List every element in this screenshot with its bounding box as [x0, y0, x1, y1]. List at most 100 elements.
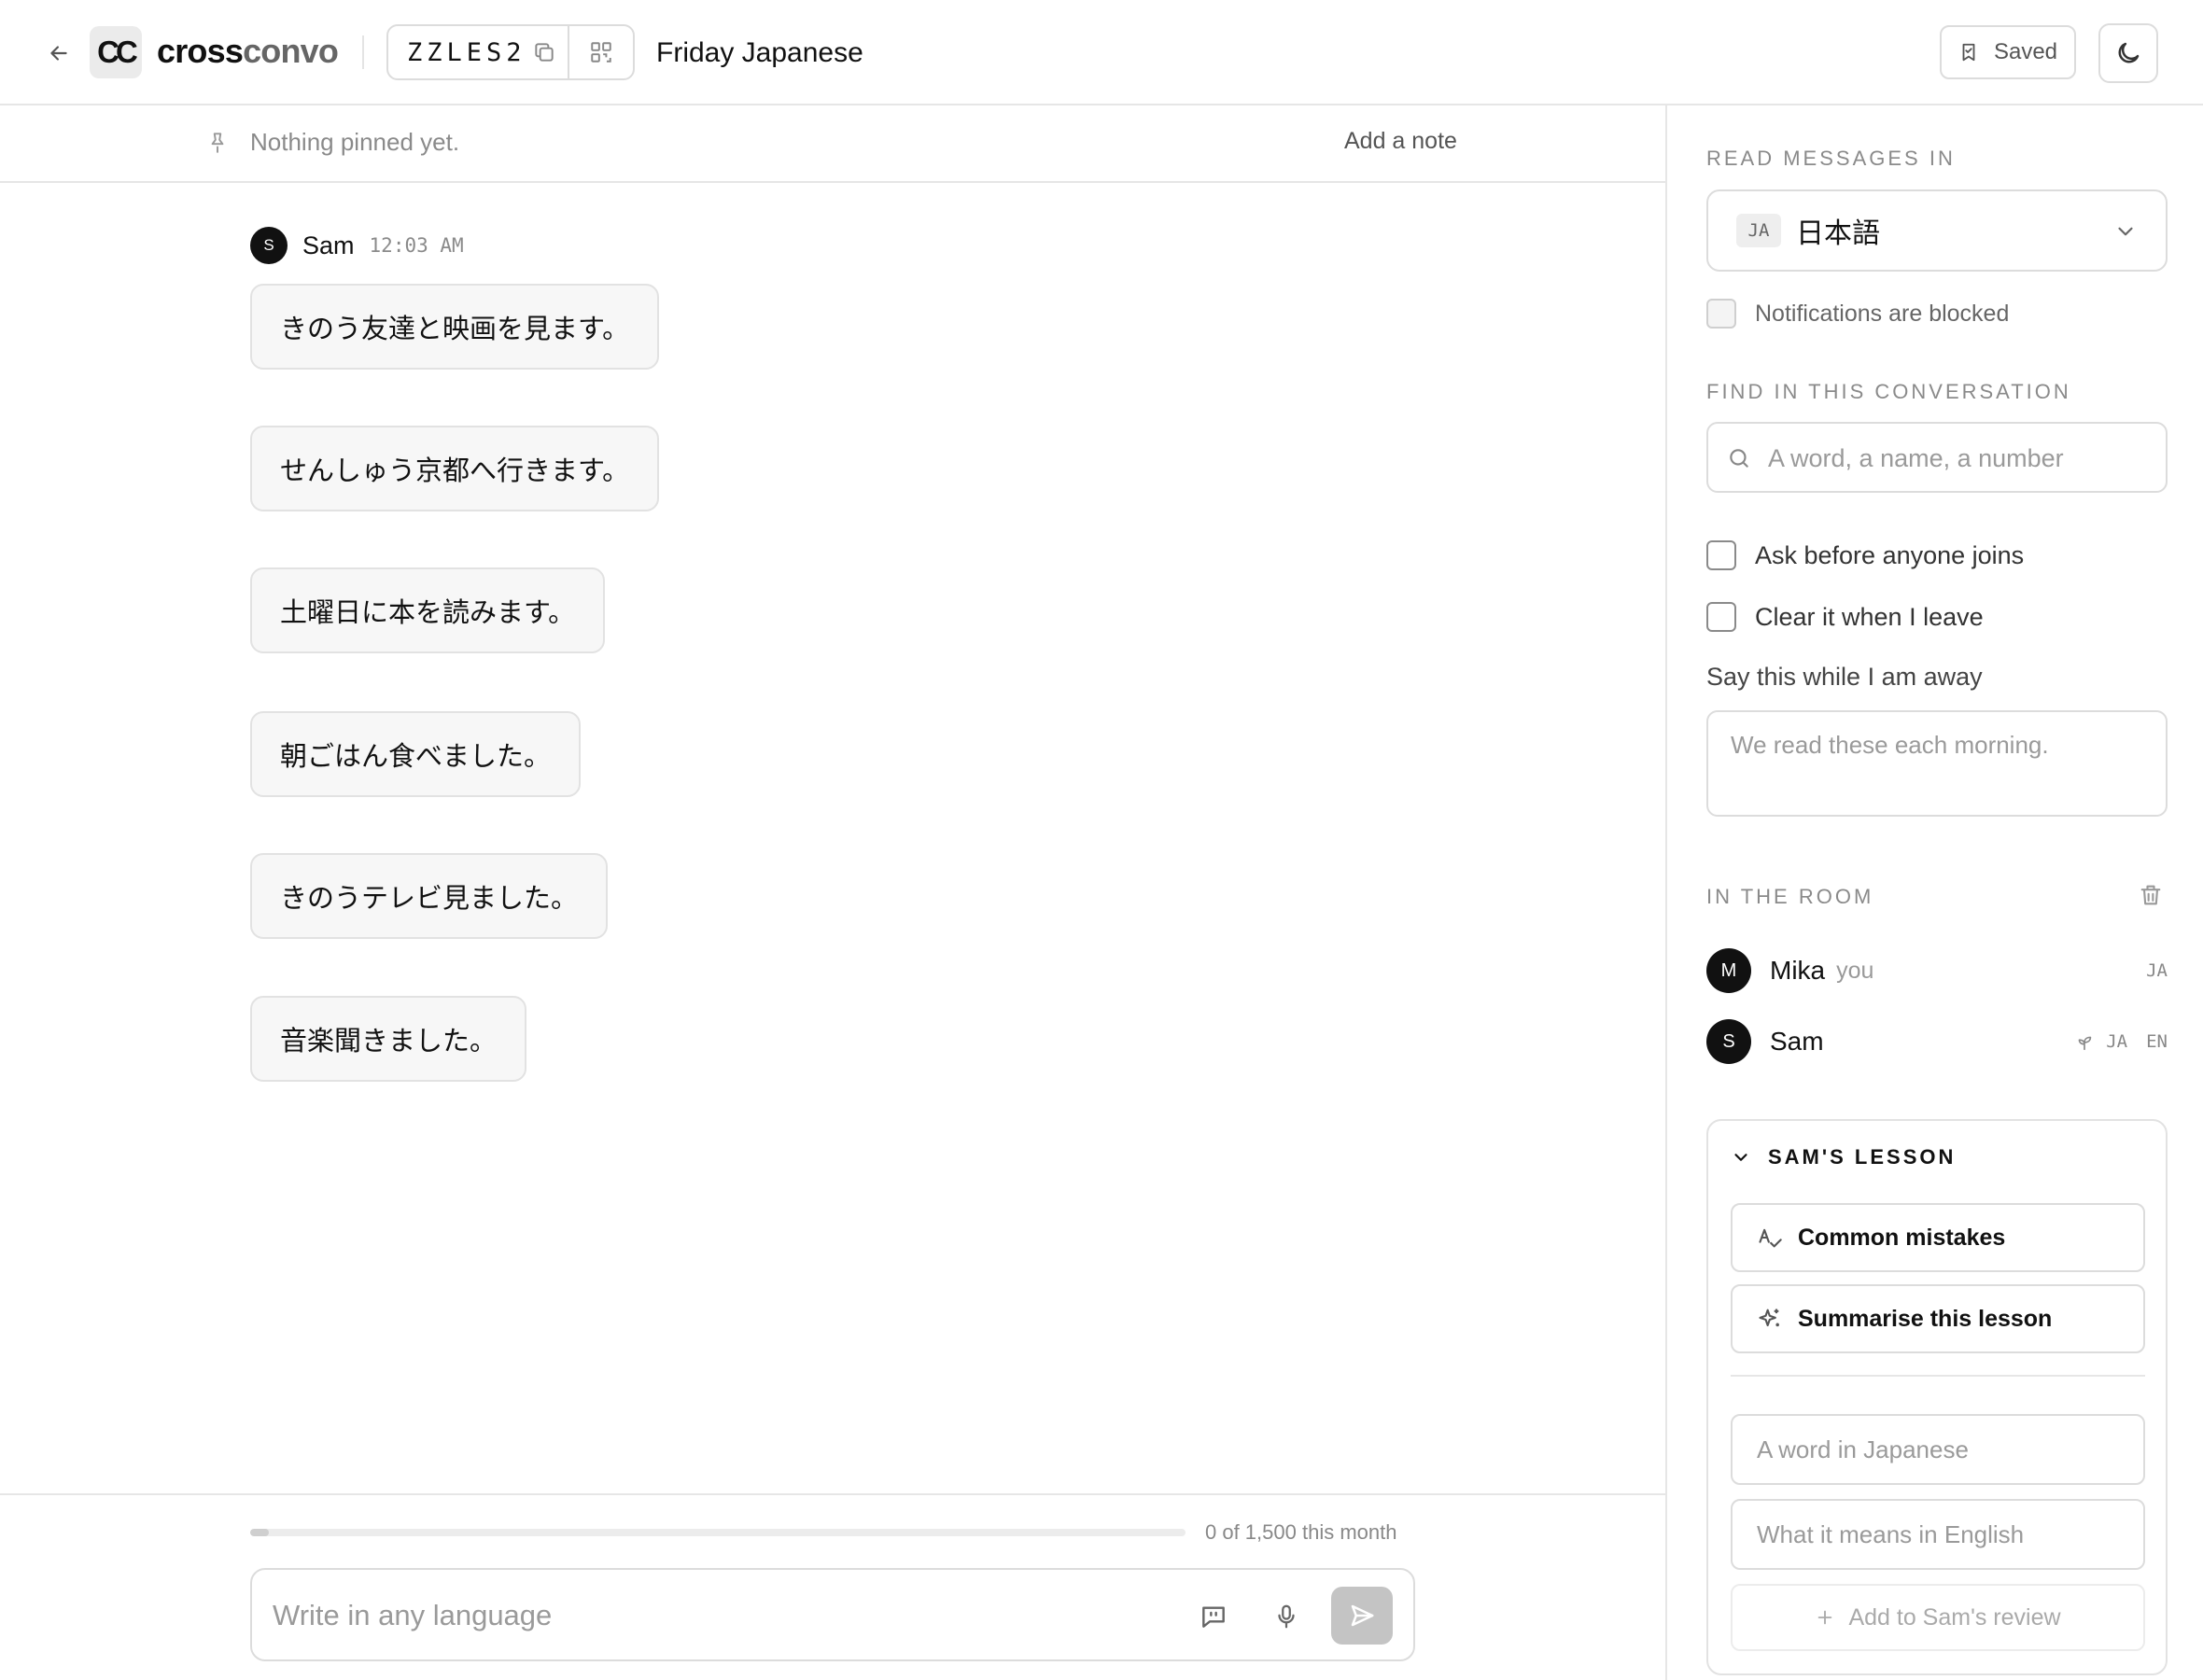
common-mistakes-label: Common mistakes: [1798, 1224, 2006, 1251]
member-language-code: EN: [2146, 1031, 2168, 1052]
member-row-mika[interactable]: M Mika you JA: [1706, 947, 2168, 994]
lesson-divider: [1731, 1375, 2145, 1377]
microphone-icon: [1278, 1604, 1295, 1629]
pinned-empty-text: Nothing pinned yet.: [250, 128, 460, 156]
saved-label: Saved: [1993, 39, 2058, 64]
ask-before-join-row: Ask before anyone joins: [1706, 540, 2024, 570]
clear-on-leave-row: Clear it when I leave: [1706, 602, 1984, 632]
away-message-input[interactable]: [1706, 710, 2168, 817]
member-name: Sam: [1770, 1027, 1824, 1056]
send-button[interactable]: [1331, 1587, 1393, 1645]
conversation-pane: Nothing pinned yet. Add a note S Sam 12:…: [0, 105, 1665, 1680]
english-meaning-input[interactable]: [1731, 1499, 2145, 1570]
usage-progress-bar: [250, 1529, 1186, 1536]
usage-text: 0 of 1,500 this month: [1205, 1520, 1397, 1544]
qr-code-icon: [591, 42, 611, 63]
copy-code-button[interactable]: [521, 26, 568, 78]
speech-bubble-icon: [1202, 1606, 1225, 1628]
message-header: S Sam 12:03 AM: [250, 227, 464, 264]
member-languages: JA: [2146, 960, 2168, 981]
logo-mark: CC: [90, 26, 142, 78]
app-header: CC crossconvo ZZLES2 Friday Japanese Sav…: [0, 0, 2203, 105]
message-bubble[interactable]: せんしゅう京都へ行きます。: [250, 426, 660, 511]
send-icon: [1351, 1604, 1374, 1627]
sprout-icon: [2078, 1036, 2092, 1051]
copy-icon: [535, 43, 554, 62]
message-bubble[interactable]: きのうテレビ見ました。: [250, 853, 609, 939]
composer-area: 0 of 1,500 this month: [0, 1493, 1665, 1680]
in-room-label: IN THE ROOM: [1706, 885, 1874, 908]
trash-icon: [2140, 885, 2161, 905]
plus-icon: [1818, 1610, 1832, 1625]
avatar: S: [250, 227, 288, 264]
arrow-left-icon: [50, 46, 67, 61]
avatar: M: [1706, 948, 1751, 993]
message-input[interactable]: [273, 1590, 1169, 1641]
search-icon: [1730, 449, 1748, 468]
notifications-label: Notifications are blocked: [1755, 300, 2010, 327]
moon-icon: [2118, 42, 2140, 63]
room-code: ZZLES2: [407, 37, 526, 67]
pin-icon: [211, 133, 224, 153]
settings-sidebar: READ MESSAGES IN JA 日本語 Notifications ar…: [1665, 105, 2203, 1680]
brand-name: crossconvo: [157, 32, 339, 71]
composer: [250, 1568, 1415, 1661]
away-message-label: Say this while I am away: [1706, 663, 1983, 691]
brand-part-1: cross: [157, 32, 244, 70]
add-to-review-label: Add to Sam's review: [1848, 1603, 2061, 1631]
common-mistakes-button[interactable]: Common mistakes: [1731, 1203, 2145, 1272]
member-you-tag: you: [1836, 957, 1874, 984]
search-input[interactable]: [1768, 437, 2151, 480]
message-bubble[interactable]: 朝ごはん食べました。: [250, 711, 582, 797]
header-divider: [362, 35, 364, 69]
japanese-word-input[interactable]: [1731, 1414, 2145, 1485]
member-name: Mika: [1770, 956, 1826, 985]
message-bubble[interactable]: きのう友達と映画を見ます。: [250, 284, 660, 370]
clear-room-button[interactable]: [2138, 882, 2164, 913]
theme-toggle-button[interactable]: [2098, 23, 2158, 83]
avatar: S: [1706, 1019, 1751, 1064]
lesson-card: SAM'S LESSON Common mistakes Summarise t…: [1706, 1119, 2168, 1675]
read-language-select[interactable]: JA 日本語: [1706, 189, 2168, 272]
phrase-button[interactable]: [1195, 1598, 1232, 1635]
clear-on-leave-checkbox[interactable]: [1706, 602, 1736, 632]
search-box: [1706, 422, 2168, 493]
notifications-checkbox[interactable]: [1706, 299, 1736, 329]
summarise-lesson-button[interactable]: Summarise this lesson: [1731, 1284, 2145, 1353]
ask-before-join-label: Ask before anyone joins: [1755, 540, 2025, 569]
message-time: 12:03 AM: [369, 234, 464, 257]
lesson-toggle[interactable]: SAM'S LESSON: [1731, 1145, 1956, 1169]
language-name: 日本語: [1796, 217, 1880, 250]
ask-before-join-checkbox[interactable]: [1706, 540, 1736, 570]
spell-check-icon: [1759, 1228, 1782, 1248]
lesson-title: SAM'S LESSON: [1768, 1145, 1957, 1169]
qr-code-button[interactable]: [568, 26, 633, 78]
message-bubble[interactable]: 土曜日に本を読みます。: [250, 567, 606, 653]
chevron-down-icon: [1734, 1154, 1747, 1161]
summarise-lesson-label: Summarise this lesson: [1798, 1305, 2053, 1332]
clear-on-leave-label: Clear it when I leave: [1755, 602, 1984, 631]
language-code-badge: JA: [1736, 214, 1781, 247]
notifications-row: Notifications are blocked: [1706, 299, 2009, 329]
saved-button[interactable]: Saved: [1940, 25, 2076, 79]
brand-part-2: convo: [243, 32, 339, 70]
member-languages: JA EN: [2074, 1031, 2168, 1052]
add-to-review-button[interactable]: Add to Sam's review: [1731, 1584, 2145, 1651]
usage-progress-fill: [250, 1529, 270, 1536]
message-sender: Sam: [302, 231, 355, 259]
back-button[interactable]: [39, 34, 78, 73]
find-label: FIND IN THIS CONVERSATION: [1706, 380, 2071, 403]
pinned-bar: Nothing pinned yet. Add a note: [0, 105, 1665, 183]
bookmark-icon: [1962, 43, 1975, 62]
room-code-box: ZZLES2: [386, 24, 635, 80]
read-in-label: READ MESSAGES IN: [1706, 147, 1956, 170]
room-title: Friday Japanese: [656, 37, 863, 68]
sparkles-icon: [1759, 1309, 1779, 1327]
message-bubble[interactable]: 音楽聞きました。: [250, 996, 527, 1082]
add-note-link[interactable]: Add a note: [1344, 128, 1457, 155]
voice-button[interactable]: [1268, 1598, 1305, 1635]
member-language-code: JA: [2146, 960, 2168, 981]
member-language-code: JA: [2106, 1031, 2128, 1052]
chevron-down-icon: [2118, 227, 2133, 236]
member-row-sam[interactable]: S Sam JA EN: [1706, 1018, 2168, 1065]
